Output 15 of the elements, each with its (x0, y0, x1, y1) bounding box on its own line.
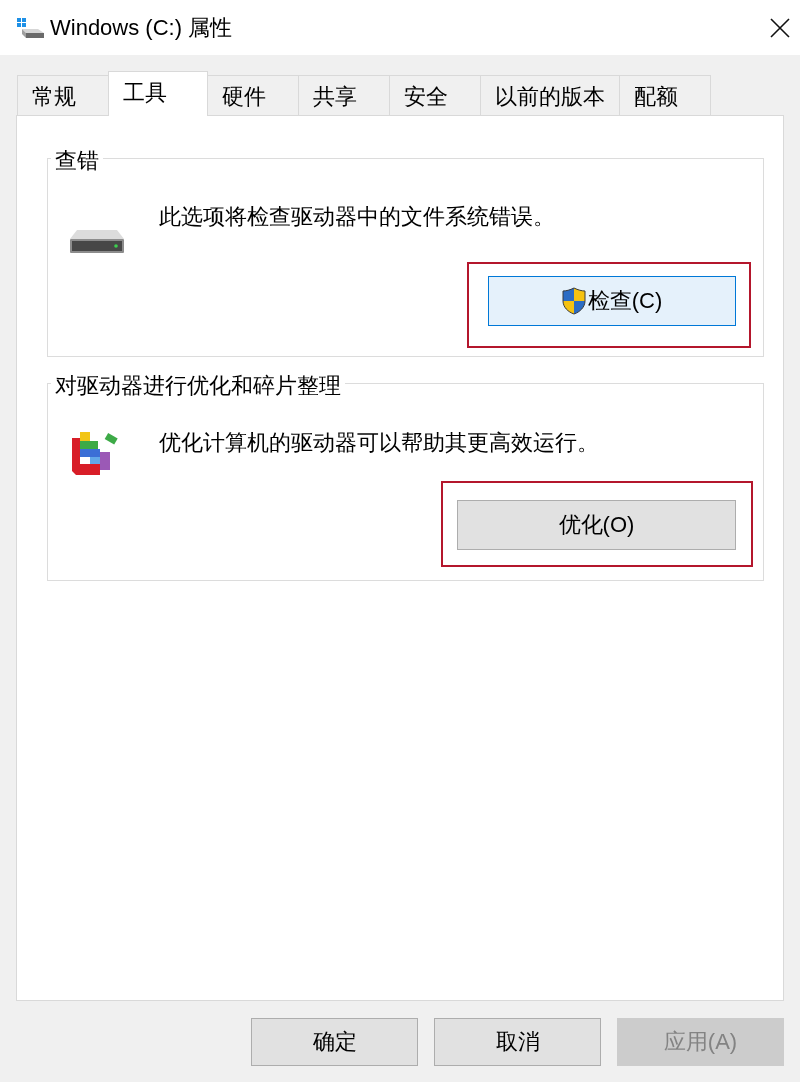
group-description: 优化计算机的驱动器可以帮助其更高效运行。 (159, 429, 600, 457)
drive-icon (70, 230, 124, 253)
tab[interactable]: 常规 (17, 75, 109, 115)
dialog-button[interactable]: 取消 (434, 1018, 601, 1066)
tab[interactable]: 配额 (619, 75, 711, 115)
blocks-icon (72, 430, 120, 475)
action-button[interactable]: 优化(O) (457, 500, 736, 550)
tab[interactable]: 工具 (108, 71, 208, 116)
shield-icon (561, 287, 586, 315)
action-button[interactable]: 检查(C) (488, 276, 736, 326)
window-title: Windows (C:) 属性 (50, 13, 234, 42)
dialog-button[interactable]: 确定 (251, 1018, 418, 1066)
group-description: 此选项将检查驱动器中的文件系统错误。 (159, 203, 556, 231)
drive-icon (16, 16, 44, 39)
close-icon[interactable] (770, 17, 790, 38)
